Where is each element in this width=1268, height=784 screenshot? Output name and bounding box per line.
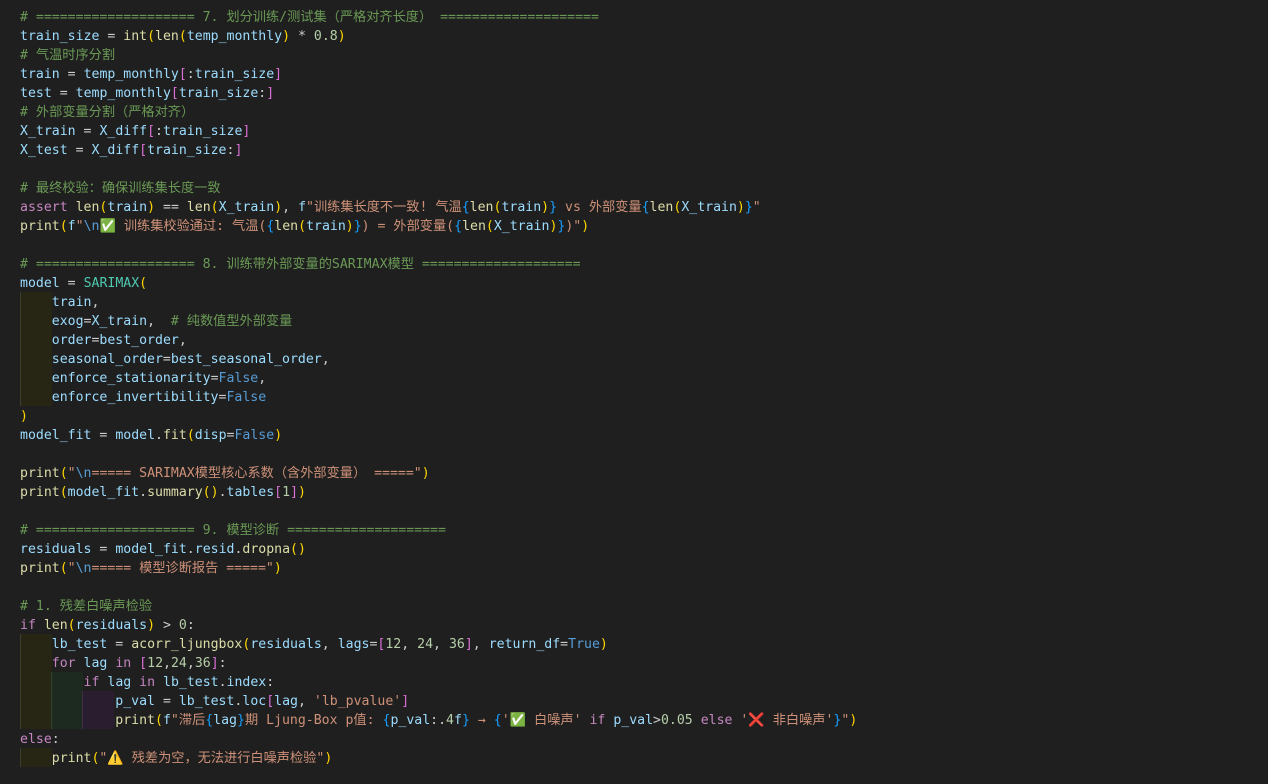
code-line[interactable]: # ==================== 7. 划分训练/测试集（严格对齐长… [20,8,599,27]
code-line[interactable]: train, [20,293,100,312]
code-line[interactable]: model = SARIMAX( [20,274,147,293]
check-icon: ✅ [509,713,527,728]
code-line[interactable]: print("\n===== SARIMAX模型核心系数（含外部变量） ====… [20,464,430,483]
code-line[interactable]: print(f"\n✅ 训练集校验通过: 气温({len(train)}) = … [20,217,589,236]
code-line[interactable]: print(f"滞后{lag}期 Ljung-Box p值: {p_val:.4… [20,711,857,730]
code-line[interactable]: # 1. 残差白噪声检验 [20,597,152,616]
code-line[interactable]: order=best_order, [20,331,187,350]
code-line[interactable]: print(model_fit.summary().tables[1]) [20,483,306,502]
code-line[interactable]: assert len(train) == len(X_train), f"训练集… [20,198,761,217]
code-line[interactable]: print("\n===== 模型诊断报告 =====") [20,559,282,578]
check-icon: ✅ [99,219,116,234]
code-line[interactable]: exog=X_train, # 纯数值型外部变量 [20,312,293,331]
code-line[interactable]: p_val = lb_test.loc[lag, 'lb_pvalue'] [20,692,409,711]
warning-icon: ⚠️ [107,751,124,766]
code-line[interactable]: # ==================== 8. 训练带外部变量的SARIMA… [20,255,581,274]
code-editor[interactable]: # ==================== 7. 划分训练/测试集（严格对齐长… [0,0,1268,784]
code-line[interactable]: X_train = X_diff[:train_size] [20,122,250,141]
code-line[interactable]: if len(residuals) > 0: [20,616,195,635]
code-line[interactable]: ) [20,407,28,426]
code-line[interactable]: print("⚠️ 残差为空，无法进行白噪声检验") [20,749,333,768]
code-line[interactable]: # ==================== 9. 模型诊断 =========… [20,521,446,540]
code-line[interactable]: X_test = X_diff[train_size:] [20,141,242,160]
code-line[interactable]: if lag in lb_test.index: [20,673,275,692]
code-line[interactable]: enforce_invertibility=False [20,388,266,407]
code-line[interactable]: for lag in [12,24,36]: [20,654,227,673]
cross-icon: ❌ [748,713,765,728]
code-line[interactable]: # 外部变量分割（严格对齐） [20,103,194,122]
code-line[interactable]: else: [20,730,60,749]
code-line[interactable]: seasonal_order=best_seasonal_order, [20,350,330,369]
code-line[interactable]: enforce_stationarity=False, [20,369,266,388]
code-line[interactable]: residuals = model_fit.resid.dropna() [20,540,306,559]
code-line[interactable]: model_fit = model.fit(disp=False) [20,426,282,445]
code-line[interactable]: # 最终校验：确保训练集长度一致 [20,179,221,198]
code-line[interactable]: test = temp_monthly[train_size:] [20,84,274,103]
code-line[interactable]: lb_test = acorr_ljungbox(residuals, lags… [20,635,608,654]
code-line[interactable]: train = temp_monthly[:train_size] [20,65,282,84]
code-line[interactable]: train_size = int(len(temp_monthly) * 0.8… [20,27,346,46]
code-line[interactable]: # 气温时序分割 [20,46,115,65]
